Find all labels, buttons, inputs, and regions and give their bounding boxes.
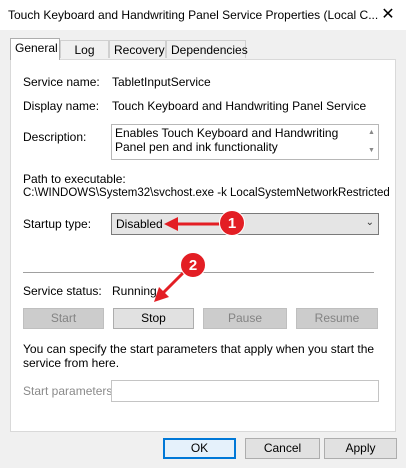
arrow-2	[154, 270, 186, 302]
annotation-overlay	[154, 217, 220, 302]
tab-general[interactable]: General	[10, 38, 60, 60]
arrow-1	[164, 217, 220, 231]
annotation-marker-2: 2	[180, 252, 206, 278]
annotation-marker-1: 1	[219, 210, 245, 236]
